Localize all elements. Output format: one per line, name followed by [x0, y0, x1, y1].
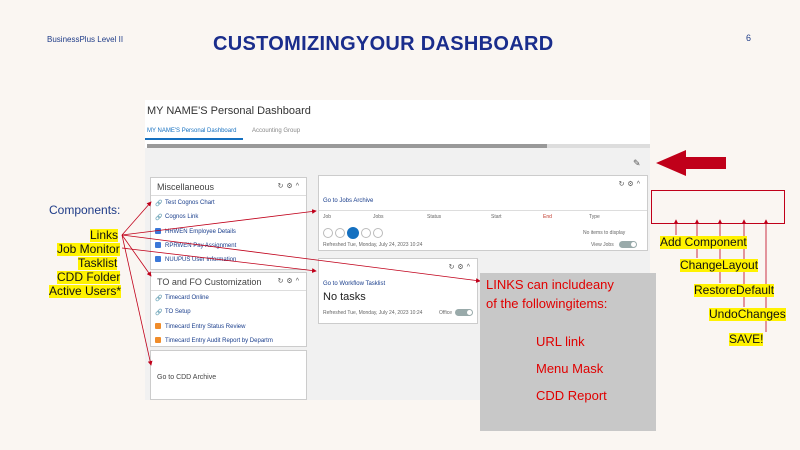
- links-item: CDD Report: [536, 388, 607, 403]
- toolbar-action-label: ChangeLayout: [680, 258, 759, 272]
- toolbar-action-label: RestoreDefault: [694, 283, 775, 297]
- toolbar-action-label: UndoChanges: [709, 307, 786, 321]
- component-type-label: Links: [90, 228, 119, 242]
- toolbar-action-label: SAVE!: [729, 332, 764, 346]
- big-red-arrow: [656, 150, 726, 176]
- components-label: Components:: [49, 203, 121, 217]
- links-info-box: LINKS can includeany of the followingite…: [480, 273, 656, 431]
- component-type-label: Job Monitor: [57, 242, 120, 256]
- toolbar-action-label: Add Component: [660, 235, 747, 249]
- component-type-label: CDD Folder: [57, 270, 121, 284]
- toolbar-callout-box: [651, 190, 785, 224]
- connector-line: [121, 201, 152, 236]
- links-item: Menu Mask: [536, 361, 604, 376]
- component-type-label: Tasklist: [78, 256, 118, 270]
- links-intro: LINKS can includeany of the followingite…: [486, 275, 614, 313]
- connector-line: [121, 247, 317, 273]
- links-intro-line: LINKS can includeany: [486, 277, 614, 292]
- connector-line: [121, 209, 317, 236]
- links-intro-line: of the followingitems:: [486, 296, 608, 311]
- component-type-label: Active Users*: [49, 284, 122, 298]
- annotation-lines: [121, 150, 769, 366]
- links-item: URL link: [536, 334, 585, 349]
- connector-line: [121, 234, 481, 283]
- connector-line: [121, 234, 153, 366]
